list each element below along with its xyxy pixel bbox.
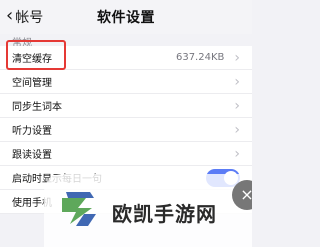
settings-screen: ‹ 帐号 软件设置 常规 清空缓存 637.24KB › 空间管理 › 同步生词…	[0, 0, 252, 247]
cache-size-value: 637.24KB	[175, 52, 225, 63]
row-sync-wordbook[interactable]: 同步生词本 ›	[0, 94, 252, 118]
chevron-right-icon: ›	[234, 121, 240, 138]
row-label: 跟读设置	[12, 150, 52, 161]
close-icon: ×	[240, 185, 252, 204]
row-label: 同步生词本	[12, 102, 62, 113]
row-label: 清空缓存	[12, 54, 52, 65]
row-shadowing-settings[interactable]: 跟读设置 ›	[0, 142, 252, 166]
chevron-right-icon: ›	[234, 145, 240, 162]
chevron-right-icon: ›	[234, 73, 240, 90]
row-space-management[interactable]: 空间管理 ›	[0, 70, 252, 94]
chevron-right-icon: ›	[234, 49, 240, 66]
row-clear-cache[interactable]: 清空缓存 637.24KB ›	[0, 46, 252, 70]
page-title: 软件设置	[97, 10, 155, 26]
back-button[interactable]: ‹ 帐号	[6, 7, 43, 27]
watermark-text: 欧凯手游网	[112, 202, 217, 226]
watermark-logo	[62, 192, 96, 226]
row-label: 听力设置	[12, 126, 52, 137]
chevron-right-icon: ›	[234, 97, 240, 114]
nav-bar: ‹ 帐号 软件设置	[0, 0, 252, 34]
back-label: 帐号	[15, 10, 44, 26]
row-listening-settings[interactable]: 听力设置 ›	[0, 118, 252, 142]
chevron-left-icon: ‹	[6, 5, 14, 26]
row-label: 空间管理	[12, 78, 52, 89]
